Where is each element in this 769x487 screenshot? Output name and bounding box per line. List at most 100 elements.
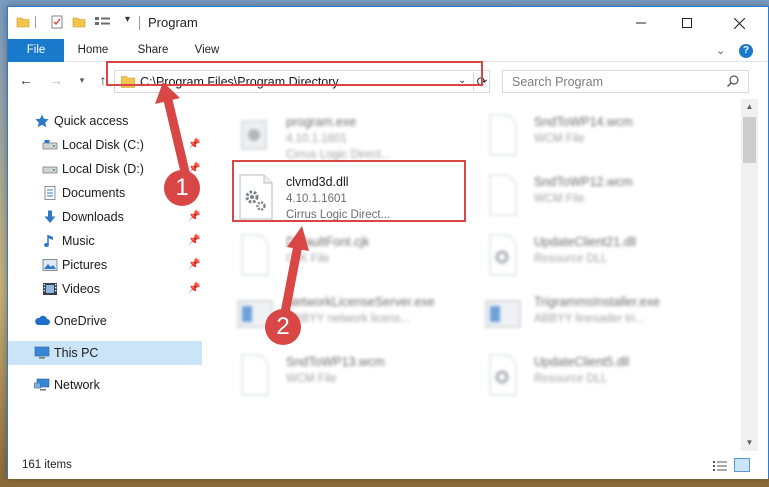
file-item[interactable]: SndToWP14.wcm WCM File: [482, 113, 720, 173]
download-icon: [42, 210, 58, 224]
sidebar-item-pictures[interactable]: Pictures 📌: [8, 253, 202, 277]
tab-view[interactable]: View: [184, 39, 230, 62]
pictures-icon: [42, 258, 58, 272]
sidebar-item-label: This PC: [54, 346, 99, 360]
item-count: 161 items: [22, 459, 72, 471]
sidebar-item-quick-access[interactable]: Quick access: [8, 109, 202, 133]
search-icon[interactable]: [726, 74, 740, 91]
pin-icon[interactable]: 📌: [188, 235, 200, 246]
sidebar-item-label: OneDrive: [54, 314, 107, 328]
navigation-pane: Quick access Local Disk (C:) 📌 Local Dis…: [8, 99, 208, 451]
file-type: WCM File: [534, 133, 585, 145]
document-icon: [234, 233, 282, 285]
tiles-view-icon[interactable]: [734, 458, 750, 472]
file-name: UpdateClient5.dll: [534, 355, 630, 369]
pin-icon[interactable]: 📌: [188, 259, 200, 270]
drive-icon: [42, 138, 58, 152]
sidebar-item-label: Pictures: [62, 258, 108, 272]
file-item[interactable]: SndToWP12.wcm WCM File: [482, 173, 720, 233]
file-description: ABBYY linesader tri...: [534, 313, 645, 325]
pin-icon[interactable]: 📌: [188, 283, 200, 294]
search-placeholder: Search Program: [512, 75, 604, 89]
music-icon: [42, 234, 58, 248]
file-name: NetworkLicenseServer.exe: [286, 295, 435, 309]
title-bar: ▾ Program: [8, 7, 768, 39]
dll-gear-icon: [482, 353, 530, 405]
tab-home[interactable]: Home: [68, 39, 118, 62]
file-item[interactable]: SndToWP13.wcm WCM File: [234, 353, 472, 413]
sidebar-item-label: Documents: [62, 186, 126, 200]
sidebar-item-label: Local Disk (C:): [62, 138, 144, 152]
tab-file[interactable]: File: [8, 39, 64, 62]
sidebar-item-videos[interactable]: Videos 📌: [8, 277, 202, 301]
window-title: Program: [148, 15, 198, 30]
file-name: SndToWP12.wcm: [534, 175, 633, 189]
file-item[interactable]: UpdateClient21.dll Resource DLL: [482, 233, 720, 293]
sidebar-item-label: Network: [54, 378, 100, 392]
scroll-down-arrow-icon[interactable]: ▼: [741, 435, 758, 451]
pin-icon[interactable]: 📌: [188, 211, 200, 222]
file-type: Resource DLL: [534, 373, 608, 385]
file-description: ABBYY network licens...: [286, 313, 410, 325]
scroll-thumb[interactable]: [743, 117, 756, 163]
status-bar: 161 items: [8, 451, 768, 479]
chevron-down-icon[interactable]: ▾: [74, 72, 90, 88]
file-name: DefaultFont.cjk: [286, 235, 370, 249]
file-name: SndToWP13.wcm: [286, 355, 385, 369]
sidebar-item-label: Downloads: [62, 210, 124, 224]
step-2-callout: 2: [265, 309, 301, 345]
file-name: SndToWP14.wcm: [534, 115, 633, 129]
file-name: program.exe: [286, 115, 357, 129]
back-arrow-icon[interactable]: ←: [18, 72, 34, 88]
network-icon: [34, 378, 50, 392]
folder-icon[interactable]: [16, 15, 30, 29]
sidebar-item-music[interactable]: Music 📌: [8, 229, 202, 253]
chevron-down-icon[interactable]: ▾: [125, 14, 130, 25]
sidebar-item-local-disk-c[interactable]: Local Disk (C:) 📌: [8, 133, 202, 157]
file-name: UpdateClient21.dll: [534, 235, 637, 249]
sidebar-item-label: Music: [62, 234, 95, 248]
file-name: TrigrammsInstaller.exe: [534, 295, 660, 309]
forward-arrow-icon[interactable]: →: [48, 72, 64, 88]
chevron-down-icon[interactable]: ⌄: [716, 44, 725, 57]
file-item[interactable]: DefaultFont.cjk CJK File: [234, 233, 472, 293]
vertical-scrollbar[interactable]: ▲ ▼: [741, 99, 758, 451]
ribbon-tabs: File Home Share View ⌄ ?: [8, 39, 768, 62]
cloud-icon: [34, 314, 50, 328]
sidebar-item-label: Videos: [62, 282, 100, 296]
properties-icon[interactable]: [50, 15, 64, 29]
dll-gear-icon: [482, 233, 530, 285]
drive-icon: [42, 162, 58, 176]
file-list: program.exe 4.10.1.1601 Cirrus Logic Dir…: [208, 99, 741, 451]
file-type: Resource DLL: [534, 253, 608, 265]
exe-icon: [234, 113, 282, 165]
star-icon: [34, 114, 50, 128]
sidebar-item-network[interactable]: Network: [8, 373, 202, 397]
documents-icon: [42, 186, 58, 200]
help-button[interactable]: ?: [739, 44, 753, 58]
sidebar-item-onedrive[interactable]: OneDrive: [8, 309, 202, 333]
file-item[interactable]: TrigrammsInstaller.exe ABBYY linesader t…: [482, 293, 720, 353]
file-type: WCM File: [286, 373, 337, 385]
file-type: WCM File: [534, 193, 585, 205]
sidebar-item-downloads[interactable]: Downloads 📌: [8, 205, 202, 229]
search-input[interactable]: Search Program: [502, 70, 749, 93]
step-1-callout: 1: [164, 170, 200, 206]
file-highlight-box: [232, 160, 466, 222]
document-icon: [482, 173, 530, 225]
file-item[interactable]: UpdateClient5.dll Resource DLL: [482, 353, 720, 413]
sidebar-item-this-pc[interactable]: This PC: [8, 341, 202, 365]
scroll-up-arrow-icon[interactable]: ▲: [741, 99, 758, 115]
maximize-button[interactable]: [664, 7, 710, 39]
tab-share[interactable]: Share: [128, 39, 178, 62]
videos-icon: [42, 282, 58, 296]
minimize-button[interactable]: [618, 7, 664, 39]
new-folder-icon[interactable]: [72, 15, 86, 29]
view-icon[interactable]: [94, 15, 110, 29]
document-icon: [234, 353, 282, 405]
file-version: 4.10.1.1601: [286, 133, 347, 145]
pin-icon[interactable]: 📌: [188, 139, 200, 150]
close-button[interactable]: [710, 7, 768, 39]
details-view-icon[interactable]: [712, 459, 728, 476]
computer-icon: [34, 346, 50, 360]
